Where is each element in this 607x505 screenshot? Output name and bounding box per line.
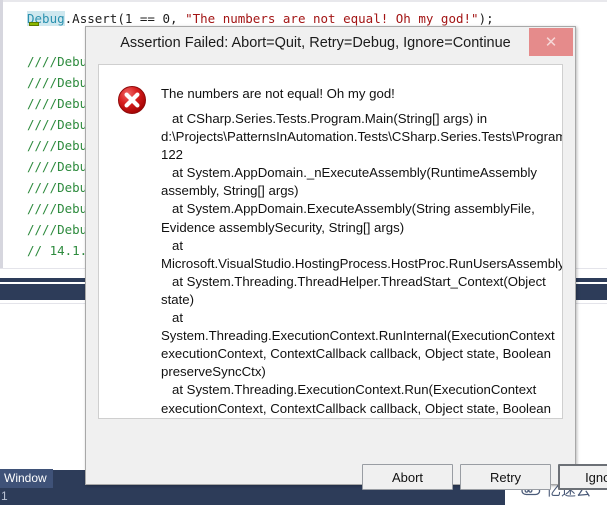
code-token: ); [478,11,494,26]
ide-status-text: 1 [1,489,8,503]
assertion-message: The numbers are not equal! Oh my god! [161,86,395,101]
dialog-message-block: The numbers are not equal! Oh my god! at… [161,85,563,418]
retry-button[interactable]: Retry [460,464,551,490]
code-line: // 14.1. [27,240,87,262]
dialog-content-panel: The numbers are not equal! Oh my god! at… [98,64,563,419]
dialog-titlebar[interactable]: Assertion Failed: Abort=Quit, Retry=Debu… [86,27,575,59]
editor-top-rule [0,0,607,2]
screenshot-root: Debug.Assert(1 == 0, "The numbers are no… [0,0,607,505]
code-token: // 14.1. [27,243,88,258]
code-token: "The numbers are not equal! Oh my god!" [185,11,479,26]
dialog-title: Assertion Failed: Abort=Quit, Retry=Debu… [120,35,511,51]
assertion-failed-dialog: Assertion Failed: Abort=Quit, Retry=Debu… [85,26,607,490]
abort-button[interactable]: Abort [362,464,453,490]
output-window-tab[interactable]: Window [0,469,53,488]
code-token: .Assert(1 == 0, [64,11,186,26]
ignore-button[interactable]: Ignore [558,464,607,490]
stack-trace: at CSharp.Series.Tests.Program.Main(Stri… [161,111,563,416]
smart-tag-icon[interactable] [29,22,39,26]
close-icon[interactable]: ✕ [529,28,573,56]
error-x-icon [116,84,148,116]
editor-gutter-indicator [0,0,3,268]
